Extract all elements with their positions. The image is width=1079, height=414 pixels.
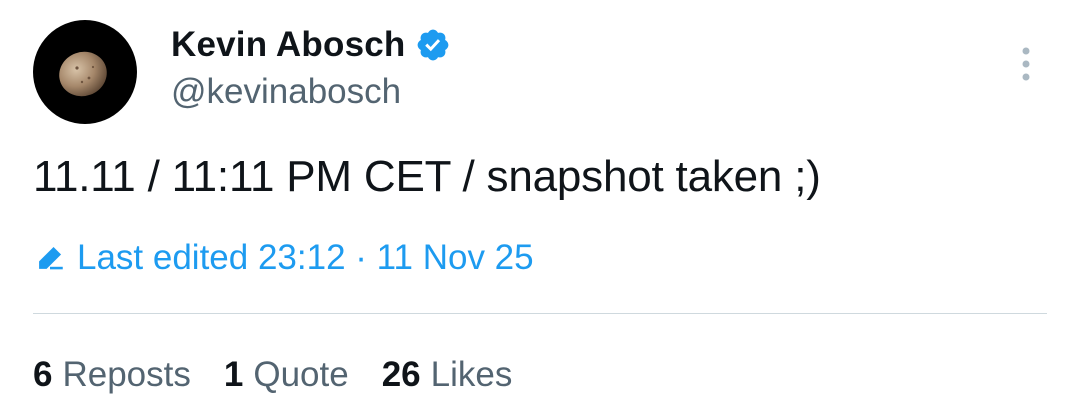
last-edited-label: Last edited 23:12 · 11 Nov 25 — [77, 238, 534, 277]
pencil-edit-icon — [33, 241, 67, 275]
likes-count: 26 — [381, 355, 421, 394]
author-handle[interactable]: @kevinabosch — [171, 72, 401, 112]
more-vertical-icon[interactable] — [1012, 44, 1040, 84]
author-name-row: Kevin Abosch — [171, 22, 451, 68]
quote-label: Quote — [253, 355, 349, 394]
reposts-label: Reposts — [62, 355, 191, 394]
tweet-text: 11.11 / 11:11 PM CET / snapshot taken ;) — [33, 152, 821, 201]
likes-stat[interactable]: 26 Likes — [382, 355, 513, 395]
engagement-stats: 6 Reposts 1 Quote 26 Likes — [33, 350, 545, 400]
verified-badge-icon[interactable] — [415, 27, 451, 63]
avatar[interactable] — [33, 20, 137, 124]
reposts-count: 6 — [33, 355, 53, 394]
display-name[interactable]: Kevin Abosch — [171, 25, 405, 65]
divider — [33, 313, 1047, 314]
potato-avatar-image — [59, 51, 107, 97]
last-edited-link[interactable]: Last edited 23:12 · 11 Nov 25 — [33, 234, 534, 282]
reposts-stat[interactable]: 6 Reposts — [33, 355, 191, 395]
likes-label: Likes — [430, 355, 513, 394]
quote-count: 1 — [223, 355, 244, 394]
quote-stat[interactable]: 1 Quote — [224, 355, 349, 395]
tweet-card: Kevin Abosch @kevinabosch 11.11 / 11:11 … — [0, 0, 1079, 414]
